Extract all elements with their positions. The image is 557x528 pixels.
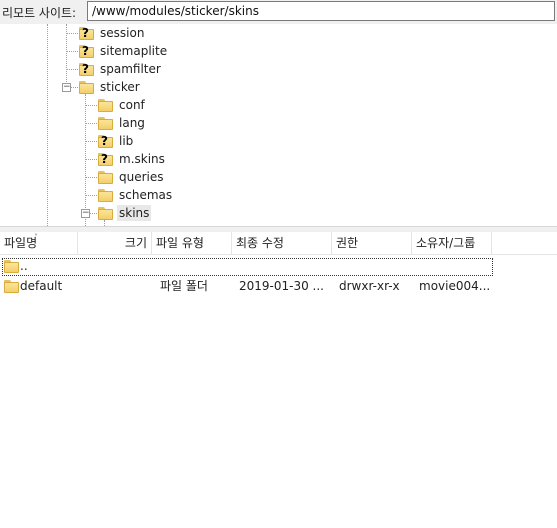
tree-item-label: spamfilter bbox=[100, 62, 161, 76]
file-modified: 2019-01-30 ... bbox=[239, 279, 324, 293]
column-header-permissions[interactable]: 권한 bbox=[332, 232, 412, 254]
tree-branch bbox=[66, 69, 78, 70]
list-item-parent[interactable]: .. bbox=[0, 256, 557, 276]
unknown-folder-icon: ? bbox=[79, 26, 95, 40]
remote-path-input[interactable] bbox=[87, 1, 555, 21]
remote-directory-tree[interactable]: − − ? session ? sitemaplite ? spamfilter… bbox=[0, 24, 557, 226]
tree-branch bbox=[85, 123, 97, 124]
tree-item-session[interactable]: ? session bbox=[79, 24, 146, 42]
column-header-modified[interactable]: 최종 수정 bbox=[232, 232, 332, 254]
tree-branch bbox=[90, 213, 97, 214]
tree-guide-line bbox=[85, 94, 86, 226]
tree-item-sitemaplite[interactable]: ? sitemaplite bbox=[79, 42, 169, 60]
unknown-folder-icon: ? bbox=[79, 62, 95, 76]
folder-icon bbox=[79, 80, 95, 94]
tree-branch bbox=[66, 51, 78, 52]
tree-branch bbox=[85, 159, 97, 160]
tree-item-label: lib bbox=[119, 134, 134, 148]
collapse-toggle-skins[interactable]: − bbox=[81, 209, 90, 218]
tree-branch bbox=[85, 195, 97, 196]
focus-outline bbox=[2, 258, 493, 276]
tree-item-label: session bbox=[100, 26, 145, 40]
column-header-type[interactable]: 파일 유형 bbox=[152, 232, 232, 254]
tree-item-label: sticker bbox=[100, 80, 140, 94]
tree-item-schemas[interactable]: schemas bbox=[98, 186, 174, 204]
folder-icon bbox=[98, 98, 114, 112]
tree-item-label: schemas bbox=[119, 188, 173, 202]
file-owner: movie004... bbox=[419, 279, 491, 293]
tree-item-lang[interactable]: lang bbox=[98, 114, 147, 132]
sort-descending-icon: ˅ bbox=[34, 233, 38, 242]
tree-item-lib[interactable]: ? lib bbox=[98, 132, 135, 150]
list-header: 파일명 ˅ 크기 파일 유형 최종 수정 권한 소유자/그룹 bbox=[0, 232, 557, 255]
tree-branch bbox=[85, 141, 97, 142]
file-type: 파일 폴더 bbox=[160, 279, 208, 293]
unknown-folder-icon: ? bbox=[98, 134, 114, 148]
column-header-size[interactable]: 크기 bbox=[78, 232, 152, 254]
column-header-owner[interactable]: 소유자/그룹 bbox=[412, 232, 492, 254]
folder-icon bbox=[98, 188, 114, 202]
tree-item-queries[interactable]: queries bbox=[98, 168, 166, 186]
tree-branch bbox=[66, 33, 78, 34]
file-name: .. bbox=[20, 259, 28, 273]
collapse-toggle-sticker[interactable]: − bbox=[62, 83, 71, 92]
folder-icon bbox=[98, 116, 114, 130]
tree-branch bbox=[85, 177, 97, 178]
unknown-folder-icon: ? bbox=[98, 152, 114, 166]
remote-file-list[interactable]: 파일명 ˅ 크기 파일 유형 최종 수정 권한 소유자/그룹 .. defaul… bbox=[0, 232, 557, 528]
tree-item-spamfilter[interactable]: ? spamfilter bbox=[79, 60, 163, 78]
tree-item-label: m.skins bbox=[119, 152, 165, 166]
tree-item-skins[interactable]: skins bbox=[98, 204, 152, 222]
tree-item-label: skins bbox=[117, 205, 152, 221]
tree-guide-line bbox=[47, 24, 48, 226]
column-header-name[interactable]: 파일명 ˅ bbox=[0, 232, 78, 254]
tree-item-sticker[interactable]: sticker bbox=[79, 78, 142, 96]
tree-item-label: lang bbox=[119, 116, 145, 130]
folder-icon bbox=[4, 280, 20, 293]
tree-item-label: queries bbox=[119, 170, 164, 184]
folder-icon bbox=[98, 170, 114, 184]
remote-site-bar: 리모트 사이트: bbox=[0, 0, 557, 24]
tree-branch bbox=[71, 87, 78, 88]
file-name: default bbox=[20, 279, 63, 293]
unknown-folder-icon: ? bbox=[79, 44, 95, 58]
tree-item-conf[interactable]: conf bbox=[98, 96, 147, 114]
tree-item-label: sitemaplite bbox=[100, 44, 168, 58]
tree-item-label: conf bbox=[119, 98, 145, 112]
tree-branch bbox=[85, 105, 97, 106]
remote-site-label: 리모트 사이트: bbox=[2, 6, 77, 20]
file-permissions: drwxr-xr-x bbox=[339, 279, 400, 293]
folder-icon bbox=[98, 206, 114, 220]
folder-icon bbox=[4, 260, 20, 273]
list-item-default[interactable]: default 파일 폴더 2019-01-30 ... drwxr-xr-x … bbox=[0, 276, 557, 296]
tree-item-m-skins[interactable]: ? m.skins bbox=[98, 150, 167, 168]
